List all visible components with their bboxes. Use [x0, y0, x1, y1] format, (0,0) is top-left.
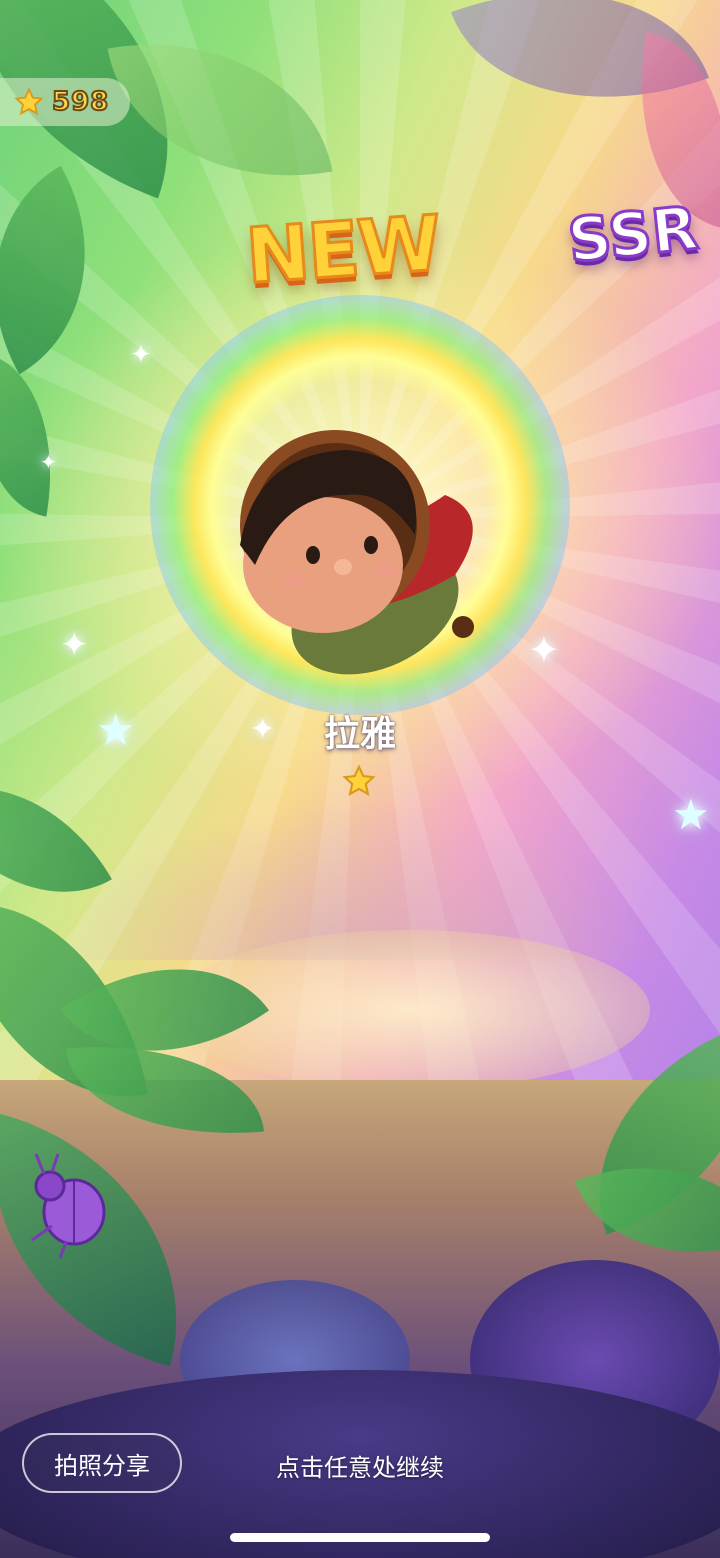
sparkle-icon: ✦: [130, 340, 152, 370]
star-icon: [14, 87, 44, 116]
character-name: 拉雅: [323, 714, 396, 755]
sparkle-icon: ✦: [528, 628, 560, 672]
sparkle-icon: ★: [672, 790, 710, 839]
background-scene[interactable]: ✦ ★ ✦ ✦ ★ ✦ ✦ 598 NEW SSR 拉雅 拍照分享 点击任意处继…: [0, 0, 720, 1558]
sparkle-icon: ✦: [60, 625, 89, 665]
ssr-rarity-badge: SSR: [563, 192, 703, 278]
rarity-star-icon: [342, 764, 376, 796]
character-portrait: [240, 430, 474, 675]
new-badge: NEW: [242, 197, 444, 302]
home-indicator[interactable]: [230, 1533, 490, 1542]
coin-count: 598: [51, 86, 110, 118]
tap-to-continue-hint: 点击任意处继续: [276, 1454, 444, 1482]
beetle-icon: [31, 1153, 106, 1259]
star-currency-counter: 598: [0, 78, 130, 126]
sparkle-icon: ✦: [40, 450, 57, 474]
